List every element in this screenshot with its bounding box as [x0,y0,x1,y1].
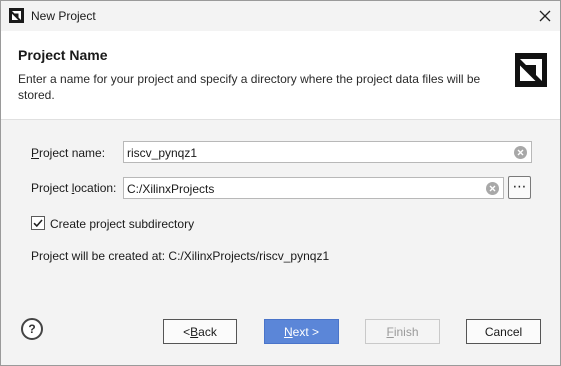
form-area: Project name: riscv_pynqz1 Project locat… [1,120,560,300]
project-location-input[interactable]: C:/XilinxProjects [123,177,504,199]
close-icon [539,10,551,22]
window-title: New Project [31,9,96,23]
project-name-value[interactable]: riscv_pynqz1 [127,146,197,160]
clear-icon[interactable] [514,146,527,159]
amd-logo-icon [9,8,24,23]
clear-icon[interactable] [486,182,499,195]
project-path-info: Project will be created at: C:/XilinxPro… [31,249,330,263]
project-name-label: Project name: [31,146,106,160]
help-button[interactable]: ? [21,318,43,340]
create-subdirectory-label[interactable]: Create project subdirectory [50,217,194,231]
project-location-label: Project location: [31,181,117,195]
back-button[interactable]: < Back [163,319,237,344]
next-button[interactable]: Next > [264,319,339,344]
browse-button[interactable]: ⋯ [508,176,531,199]
title-bar: New Project [1,1,560,31]
help-icon: ? [28,322,36,336]
ellipsis-icon: ⋯ [512,177,527,194]
checkmark-icon [33,219,43,228]
wizard-footer: ? < Back Next > Finish Cancel [1,300,560,365]
finish-button: Finish [365,319,440,344]
project-name-input[interactable]: riscv_pynqz1 [123,141,532,163]
page-title: Project Name [18,47,108,63]
page-description: Enter a name for your project and specif… [18,72,481,102]
wizard-header: Project Name Enter a name for your proje… [1,31,560,120]
cancel-button[interactable]: Cancel [466,319,541,344]
close-button[interactable] [530,1,560,31]
create-subdirectory-checkbox[interactable] [31,216,45,230]
amd-logo-icon [515,53,547,87]
new-project-dialog: New Project Project Name Enter a name fo… [0,0,561,366]
project-location-value[interactable]: C:/XilinxProjects [127,182,214,196]
